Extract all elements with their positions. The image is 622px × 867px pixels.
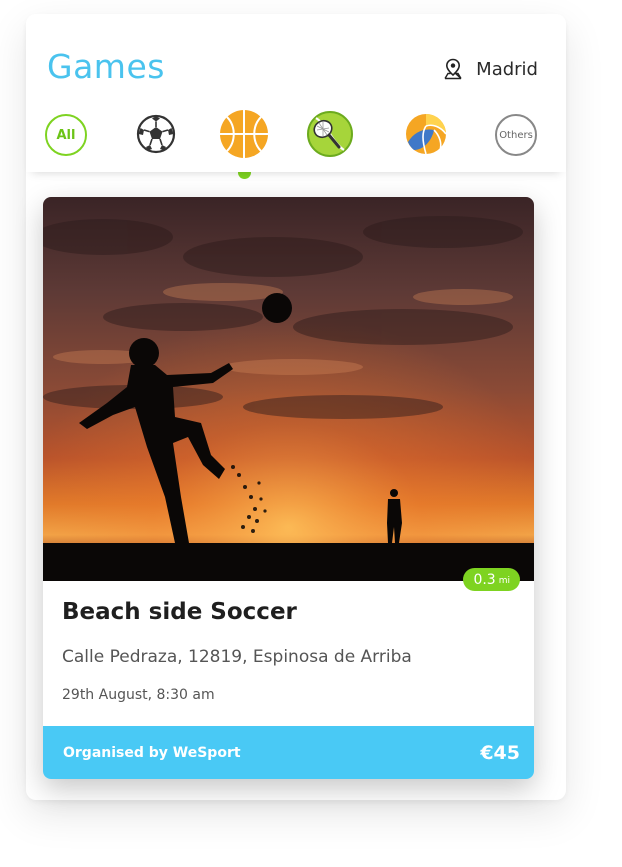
category-soccer[interactable] bbox=[134, 112, 178, 156]
game-datetime: 29th August, 8:30 am bbox=[62, 687, 215, 703]
game-title: Beach side Soccer bbox=[62, 599, 297, 625]
category-others[interactable]: Others bbox=[495, 114, 537, 156]
category-tennis[interactable] bbox=[306, 110, 354, 158]
category-others-label: Others bbox=[499, 129, 533, 141]
volleyball-icon bbox=[406, 114, 447, 155]
distance-unit: mi bbox=[498, 576, 510, 586]
category-all[interactable]: All bbox=[45, 114, 87, 156]
price-label: €45 bbox=[480, 741, 520, 764]
game-card[interactable]: 0.3 mi Beach side Soccer Calle Pedraza, … bbox=[43, 197, 534, 779]
distance-badge: 0.3 mi bbox=[463, 568, 520, 591]
sunset-soccer-photo bbox=[43, 197, 534, 581]
distance-value: 0.3 bbox=[473, 571, 496, 588]
soccer-ball-icon bbox=[136, 114, 176, 154]
game-address: Calle Pedraza, 12819, Espinosa de Arriba bbox=[62, 647, 412, 667]
organiser-label: Organised by WeSport bbox=[63, 744, 241, 761]
tennis-icon bbox=[307, 111, 353, 157]
category-volleyball[interactable] bbox=[404, 112, 448, 156]
category-bar: All Others bbox=[26, 14, 566, 172]
category-basketball[interactable] bbox=[218, 108, 270, 160]
card-footer: Organised by WeSport €45 bbox=[43, 726, 534, 779]
basketball-icon bbox=[220, 110, 268, 158]
game-photo bbox=[43, 197, 534, 581]
category-all-label: All bbox=[56, 127, 76, 143]
header: Games Madrid All Others bbox=[26, 14, 566, 172]
app-screen: Games Madrid All Others 0.3 mi Beach sid… bbox=[26, 14, 566, 800]
